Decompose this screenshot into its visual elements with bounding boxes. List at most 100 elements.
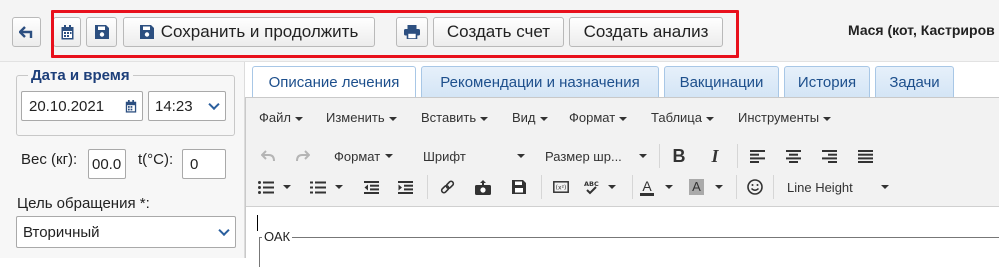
caret-down-icon [480,116,489,121]
align-right-button[interactable] [817,142,841,170]
tab-vaccinations[interactable]: Вакцинации [664,66,779,97]
insert-image-button[interactable] [471,173,495,201]
toolbar-separator [773,175,774,199]
font-color-button[interactable]: A [640,173,680,201]
bullet-list-icon [258,180,274,194]
time-select[interactable]: 14:23 [148,91,226,121]
top-toolbar: Сохранить и продолжить Создать счет Созд… [0,0,999,62]
font-size-dropdown[interactable]: Размер шр... [545,142,649,170]
caret-down-icon [823,116,832,121]
bullet-list-button[interactable] [258,173,298,201]
indent-button[interactable] [393,173,417,201]
date-value: 20.10.2021 [29,97,105,115]
caret-down-icon [539,116,548,121]
rich-text-editor: Файл Изменить Вставить Вид Формат Таблиц… [245,97,999,267]
menu-edit-label: Изменить [326,110,385,125]
menu-view-label: Вид [512,110,536,125]
weight-label: Вес (кг): [21,151,78,168]
editor-content-area[interactable]: ОАК [246,206,999,267]
caret-down-icon [639,154,647,158]
back-button[interactable] [12,17,41,47]
menu-view[interactable]: Вид [512,110,548,125]
menu-tools[interactable]: Инструменты [738,110,832,125]
numbered-list-icon [310,181,326,193]
bold-button[interactable]: B [667,142,691,170]
undo-button[interactable] [255,142,281,170]
tab-label: Рекомендации и назначения [440,73,640,91]
date-input[interactable]: 20.10.2021 [21,91,143,121]
menu-table-label: Таблица [651,110,702,125]
numbered-list-button[interactable] [310,173,350,201]
redo-button[interactable] [290,142,316,170]
svg-text:ABC: ABC [584,180,599,188]
format-dropdown-label: Формат [334,148,381,164]
temperature-label: t(°C): [138,151,174,168]
toolbar-separator [737,144,738,168]
align-justify-icon [857,149,873,163]
spellcheck-button[interactable]: ABC [583,173,623,201]
toolbar-separator [541,175,542,199]
smiley-icon [747,179,763,195]
caret-down-icon [608,185,616,189]
tab-recommendations[interactable]: Рекомендации и назначения [421,66,659,97]
undo-icon [261,150,275,162]
visit-purpose-value: Вторичный [23,223,100,241]
editor-menubar: Файл Изменить Вставить Вид Формат Таблиц… [246,98,999,136]
chevron-down-icon [218,224,230,237]
calendar-icon[interactable] [125,100,137,113]
indent-icon [397,180,413,194]
caret-down-icon [385,154,394,158]
menu-edit[interactable]: Изменить [326,110,397,125]
caret-down-icon [283,185,291,189]
redo-icon [296,150,310,162]
align-justify-button[interactable] [853,142,877,170]
outdent-button[interactable] [359,173,383,201]
cbc-fieldset-frame [259,237,999,267]
format-dropdown[interactable]: Формат [334,142,404,170]
align-center-icon [785,149,801,163]
floppy-disk-icon [512,180,526,194]
tab-treatment-description[interactable]: Описание лечения [252,66,416,98]
svg-text:(x²): (x²) [556,185,567,192]
temperature-input[interactable]: 0 [182,149,226,179]
italic-icon: I [711,145,719,166]
font-dropdown[interactable]: Шрифт [423,142,527,170]
formula-icon: (x²) [553,181,569,193]
line-height-dropdown[interactable]: Line Height [787,173,891,201]
caret-down-icon [335,185,343,189]
tab-tasks[interactable]: Задачи [875,66,954,97]
tab-history[interactable]: История [784,66,870,97]
menu-insert-label: Вставить [421,110,477,125]
weight-input[interactable]: 00.0 [88,149,126,179]
caret-down-icon [517,154,525,158]
text-cursor [257,215,258,231]
toolbar-separator [632,175,633,199]
menu-insert[interactable]: Вставить [421,110,489,125]
visit-purpose-select[interactable]: Вторичный [16,216,236,248]
outdent-icon [363,180,379,194]
caret-down-icon [388,116,397,121]
insert-formula-button[interactable]: (x²) [549,173,573,201]
align-left-icon [749,149,765,163]
save-document-button[interactable] [507,173,531,201]
visit-purpose-label: Цель обращения *: [17,195,150,212]
bold-icon: B [672,145,686,166]
back-arrow-icon [19,25,33,38]
background-color-button[interactable]: A [689,173,729,201]
menu-file[interactable]: Файл [259,110,303,125]
caret-down-icon [715,185,723,189]
caret-down-icon [881,185,889,189]
caret-down-icon [294,116,303,121]
insert-link-button[interactable] [435,173,459,201]
italic-button[interactable]: I [703,142,727,170]
align-center-button[interactable] [781,142,805,170]
toolbar-separator [427,175,428,199]
font-size-dropdown-label: Размер шр... [545,148,622,164]
menu-format-label: Формат [569,110,616,125]
toolbar-separator [736,175,737,199]
toolbar-separator [659,144,660,168]
menu-table[interactable]: Таблица [651,110,714,125]
emoticons-button[interactable] [743,173,767,201]
align-left-button[interactable] [745,142,769,170]
menu-format[interactable]: Формат [569,110,628,125]
